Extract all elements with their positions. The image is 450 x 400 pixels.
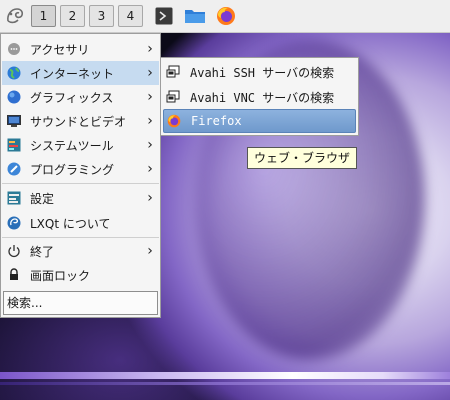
menu-item-label: インターネット (30, 66, 115, 81)
internet-globe-icon (7, 66, 21, 80)
menu-item-accessories[interactable]: アクセサリ › (2, 37, 159, 61)
lxqt-logo-icon (7, 8, 24, 24)
menu-item-label: 画面ロック (30, 268, 91, 283)
chevron-right-icon: › (147, 190, 153, 206)
desktop-1-button[interactable]: 1 (31, 5, 56, 27)
menu-separator (2, 237, 159, 238)
chevron-right-icon: › (147, 161, 153, 177)
file-manager-launcher[interactable] (183, 5, 207, 27)
menu-item-settings[interactable]: 設定 › (2, 186, 159, 210)
desktop-2-button[interactable]: 2 (60, 5, 85, 27)
accessories-icon (7, 42, 21, 56)
menu-item-label: アクセサリ (30, 42, 90, 57)
menu-item-graphics[interactable]: グラフィックス › (2, 85, 159, 109)
menu-search-input[interactable]: 検索... (3, 291, 158, 315)
submenu-item-label: Avahi VNC サーバの検索 (190, 90, 335, 105)
menu-item-lock-screen[interactable]: 画面ロック (2, 263, 159, 287)
programming-icon (7, 162, 21, 176)
network-icon (166, 90, 180, 104)
menu-separator (2, 183, 159, 184)
submenu-item-avahi-vnc[interactable]: Avahi VNC サーバの検索 (163, 85, 356, 109)
network-icon (166, 65, 180, 79)
lock-icon (7, 268, 21, 282)
wallpaper-ring-shadow (0, 382, 450, 385)
taskbar: 1 2 3 4 (0, 0, 450, 33)
about-icon (7, 216, 21, 230)
menu-item-label: システムツール (30, 138, 114, 153)
firefox-icon (217, 7, 235, 25)
chevron-right-icon: › (147, 41, 153, 57)
main-menu-button[interactable] (3, 5, 27, 27)
menu-item-about[interactable]: LXQt について (2, 211, 159, 235)
menu-item-label: プログラミング (30, 162, 115, 177)
firefox-launcher[interactable] (214, 5, 238, 27)
menu-item-internet[interactable]: インターネット › (2, 61, 159, 85)
system-tools-icon (7, 138, 21, 152)
menu-item-sound-video[interactable]: サウンドとビデオ › (2, 109, 159, 133)
menu-item-system-tools[interactable]: システムツール › (2, 133, 159, 157)
submenu-item-firefox[interactable]: Firefox (163, 109, 356, 133)
settings-icon (7, 191, 21, 205)
desktop-4-button[interactable]: 4 (118, 5, 143, 27)
graphics-icon (7, 90, 21, 104)
menu-item-programming[interactable]: プログラミング › (2, 157, 159, 181)
submenu-item-label: Firefox (191, 114, 242, 128)
menu-item-label: サウンドとビデオ (30, 114, 127, 129)
desktop-3-button[interactable]: 3 (89, 5, 114, 27)
menu-item-label: グラフィックス (30, 90, 114, 105)
application-menu: アクセサリ › インターネット › グラフィックス › サウンドとビデオ › シ… (0, 33, 161, 318)
chevron-right-icon: › (147, 243, 153, 259)
power-icon (7, 244, 21, 258)
folder-icon (185, 10, 205, 23)
menu-item-label: LXQt について (30, 216, 111, 231)
submenu-item-avahi-ssh[interactable]: Avahi SSH サーバの検索 (163, 60, 356, 84)
menu-item-label: 終了 (30, 244, 55, 259)
internet-submenu: Avahi SSH サーバの検索 Avahi VNC サーバの検索 Firefo… (160, 57, 359, 136)
terminal-icon (155, 7, 173, 25)
menu-item-leave[interactable]: 終了 › (2, 239, 159, 263)
chevron-right-icon: › (147, 65, 153, 81)
firefox-icon (167, 114, 181, 128)
chevron-right-icon: › (147, 89, 153, 105)
wallpaper-ring (0, 372, 450, 379)
menu-item-label: 設定 (30, 191, 55, 206)
multimedia-icon (7, 114, 21, 128)
terminal-launcher[interactable] (153, 5, 175, 27)
submenu-item-label: Avahi SSH サーバの検索 (190, 65, 335, 80)
chevron-right-icon: › (147, 137, 153, 153)
chevron-right-icon: › (147, 113, 153, 129)
firefox-tooltip: ウェブ・ブラウザ (247, 147, 358, 169)
